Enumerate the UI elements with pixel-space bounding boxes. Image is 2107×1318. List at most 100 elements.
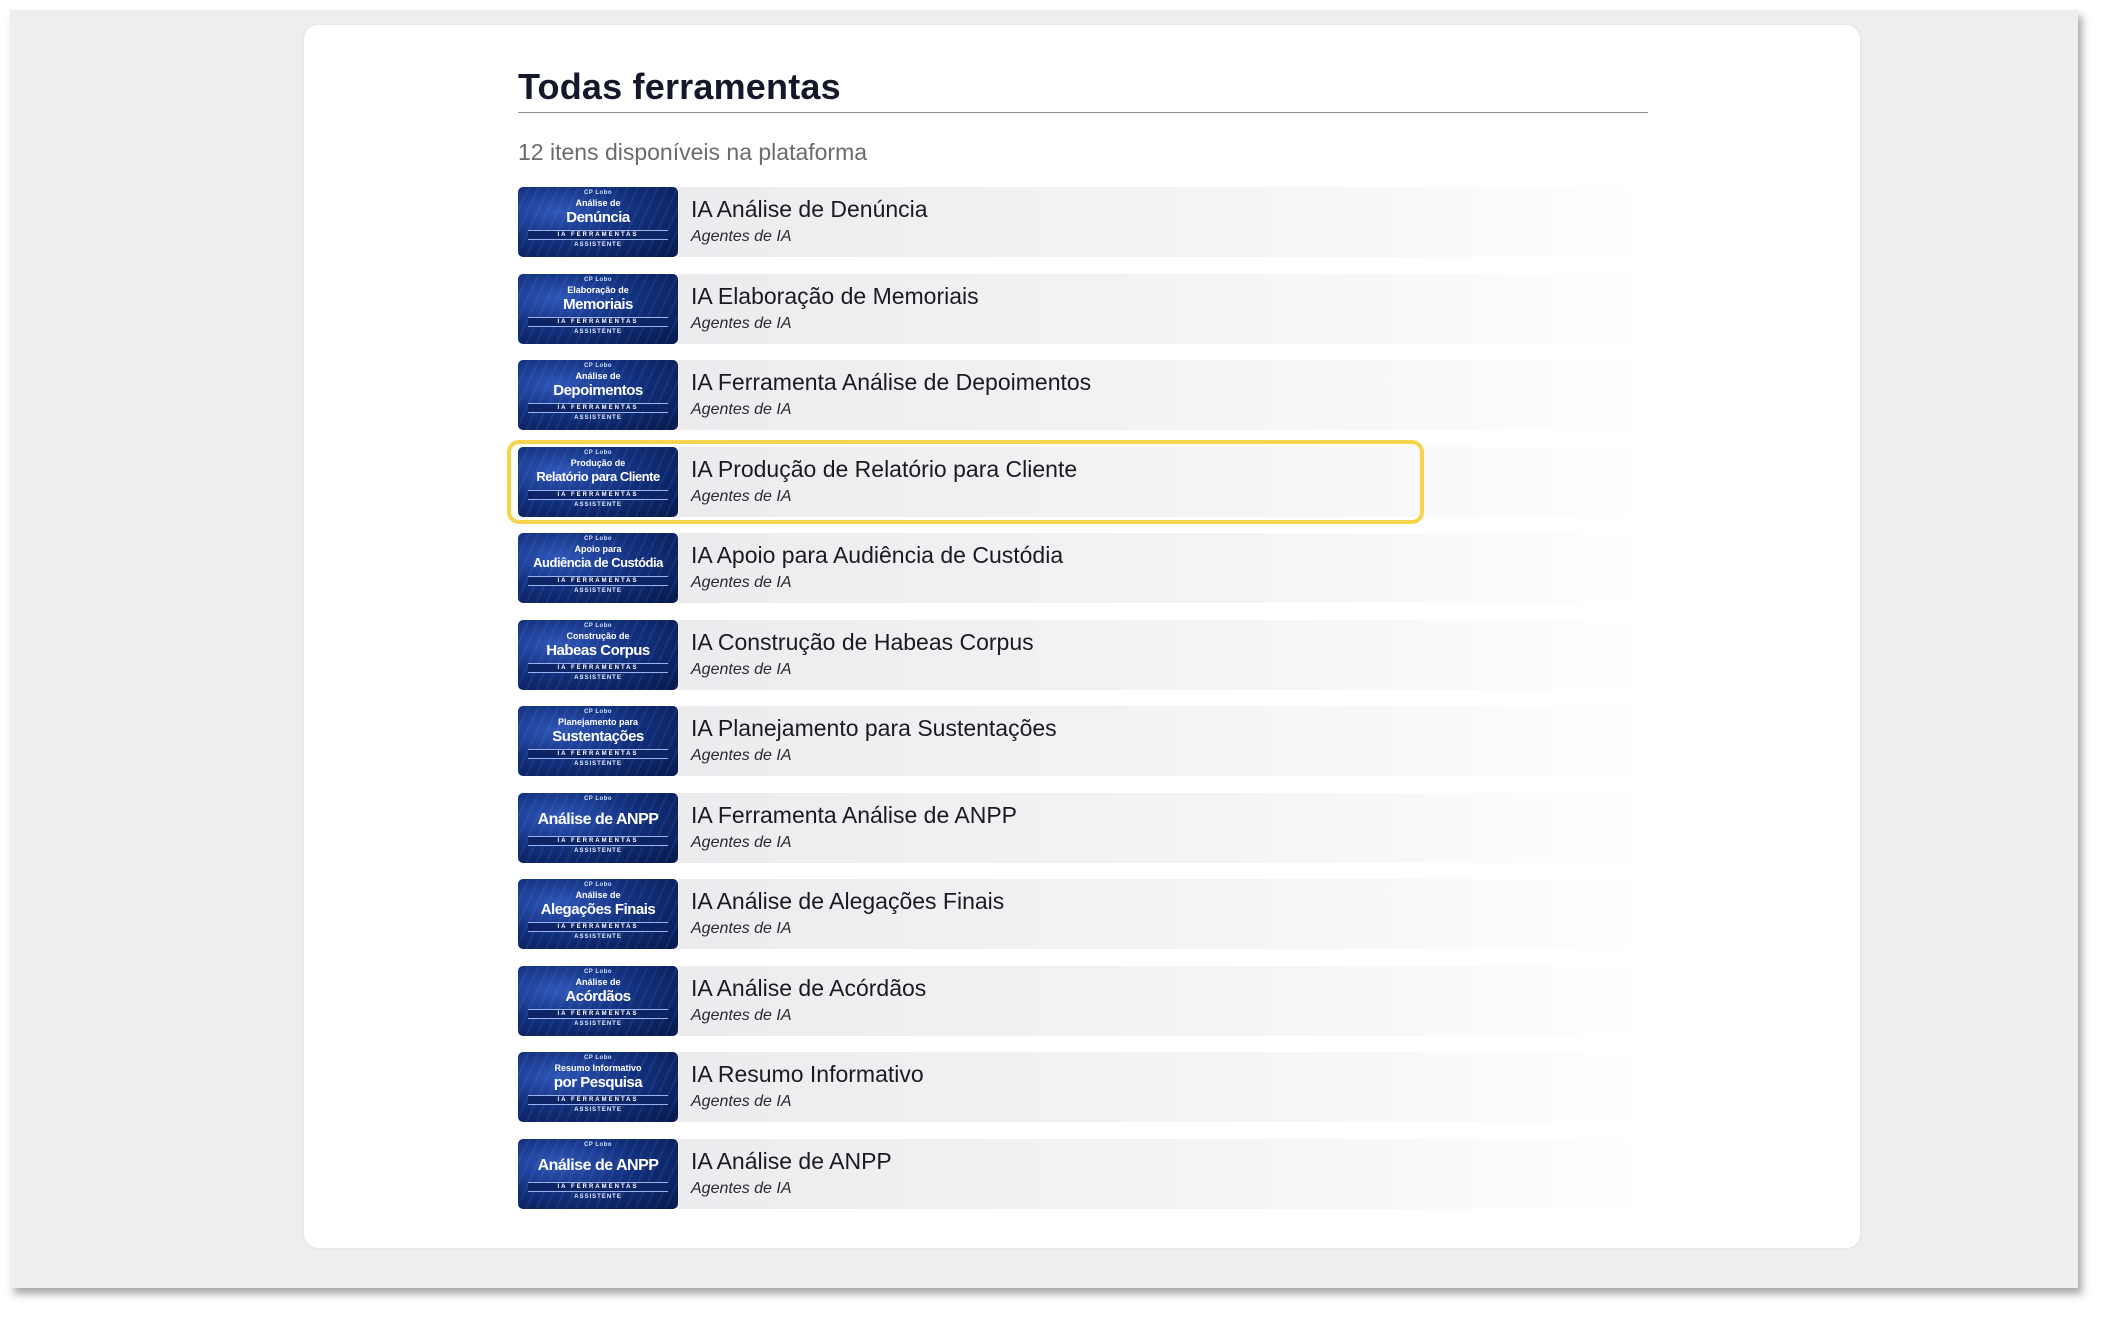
tool-name-link[interactable]: IA Ferramenta Análise de ANPP (691, 802, 1017, 829)
tool-thumbnail[interactable]: CP Lobo Análise de ANPP IA FERRAMENTAS A… (518, 793, 678, 863)
tool-thumbnail[interactable]: CP Lobo Análise de Alegações Finais IA F… (518, 879, 678, 949)
thumbnail-title: Habeas Corpus (546, 642, 650, 659)
tool-list-item[interactable]: CP Lobo Planejamento para Sustentações I… (518, 705, 1648, 777)
tool-thumbnail[interactable]: CP Lobo Apoio para Audiência de Custódia… (518, 533, 678, 603)
thumbnail-subtitle: Planejamento para (557, 717, 639, 727)
thumbnail-title: Acórdãos (565, 988, 631, 1005)
tool-thumbnail[interactable]: CP Lobo Análise de Denúncia IA FERRAMENT… (518, 187, 678, 257)
thumbnail-subtitle: Análise de (575, 890, 621, 900)
tool-list-item[interactable]: CP Lobo Construção de Habeas Corpus IA F… (518, 619, 1648, 691)
thumbnail-subtitle: Resumo Informativo (554, 1063, 642, 1073)
tool-list-item[interactable]: CP Lobo Análise de Alegações Finais IA F… (518, 878, 1648, 950)
tool-name-link[interactable]: IA Análise de Alegações Finais (691, 888, 1004, 915)
thumbnail-band: IA FERRAMENTAS (528, 1182, 668, 1192)
tool-list-item[interactable]: CP Lobo Elaboração de Memoriais IA FERRA… (518, 273, 1648, 345)
thumbnail-title: Análise de ANPP (537, 811, 659, 828)
thumbnail-title: Audiência de Custódia (533, 555, 663, 570)
thumbnail-band: IA FERRAMENTAS (528, 403, 668, 413)
tool-category: Agentes de IA (691, 401, 792, 418)
thumbnail-brand: CP Lobo (583, 190, 613, 196)
tool-category: Agentes de IA (691, 747, 792, 764)
thumbnail-band: IA FERRAMENTAS (528, 576, 668, 586)
thumbnail-title: Denúncia (566, 209, 630, 226)
tool-list-item[interactable]: CP Lobo Análise de Acórdãos IA FERRAMENT… (518, 965, 1648, 1037)
thumbnail-tag: ASSISTENTE (574, 1107, 622, 1113)
thumbnail-band: IA FERRAMENTAS (528, 230, 668, 240)
tool-thumbnail[interactable]: CP Lobo Resumo Informativo por Pesquisa … (518, 1052, 678, 1122)
items-count-text: 12 itens disponíveis na plataforma (518, 139, 868, 165)
thumbnail-tag: ASSISTENTE (574, 675, 622, 681)
thumbnail-tag: ASSISTENTE (574, 329, 622, 335)
tool-name-link[interactable]: IA Apoio para Audiência de Custódia (691, 542, 1063, 569)
thumbnail-band: IA FERRAMENTAS (528, 1095, 668, 1105)
tool-category: Agentes de IA (691, 574, 792, 591)
thumbnail-title: Análise de ANPP (537, 1157, 659, 1174)
tool-list-item[interactable]: CP Lobo Apoio para Audiência de Custódia… (518, 532, 1648, 604)
tool-name-link[interactable]: IA Planejamento para Sustentações (691, 715, 1057, 742)
thumbnail-band: IA FERRAMENTAS (528, 749, 668, 759)
thumbnail-title: Depoimentos (553, 382, 643, 399)
tool-list-item[interactable]: CP Lobo Produção de Relatório para Clien… (518, 446, 1648, 518)
thumbnail-band: IA FERRAMENTAS (528, 1009, 668, 1019)
tool-thumbnail[interactable]: CP Lobo Análise de Depoimentos IA FERRAM… (518, 360, 678, 430)
tool-name-link[interactable]: IA Análise de ANPP (691, 1148, 892, 1175)
tool-name-link[interactable]: IA Análise de Denúncia (691, 196, 928, 223)
thumbnail-brand: CP Lobo (583, 363, 613, 369)
tool-category: Agentes de IA (691, 488, 792, 505)
tool-name-link[interactable]: IA Resumo Informativo (691, 1061, 924, 1088)
tool-list-item[interactable]: CP Lobo Resumo Informativo por Pesquisa … (518, 1051, 1648, 1123)
thumbnail-tag: ASSISTENTE (574, 1194, 622, 1200)
thumbnail-band: IA FERRAMENTAS (528, 922, 668, 932)
thumbnail-subtitle: Produção de (570, 458, 626, 468)
thumbnail-brand: CP Lobo (583, 709, 613, 715)
thumbnail-tag: ASSISTENTE (574, 934, 622, 940)
thumbnail-subtitle: Análise de (575, 977, 621, 987)
tool-category: Agentes de IA (691, 1093, 792, 1110)
thumbnail-band: IA FERRAMENTAS (528, 490, 668, 500)
tool-thumbnail[interactable]: CP Lobo Planejamento para Sustentações I… (518, 706, 678, 776)
tool-category: Agentes de IA (691, 315, 792, 332)
thumbnail-title: por Pesquisa (553, 1074, 643, 1091)
tool-thumbnail[interactable]: CP Lobo Elaboração de Memoriais IA FERRA… (518, 274, 678, 344)
thumbnail-tag: ASSISTENTE (574, 848, 622, 854)
tool-thumbnail[interactable]: CP Lobo Construção de Habeas Corpus IA F… (518, 620, 678, 690)
tool-name-link[interactable]: IA Ferramenta Análise de Depoimentos (691, 369, 1091, 396)
thumbnail-tag: ASSISTENTE (574, 761, 622, 767)
tool-name-link[interactable]: IA Elaboração de Memoriais (691, 283, 979, 310)
tool-category: Agentes de IA (691, 228, 792, 245)
thumbnail-subtitle: Construção de (566, 631, 630, 641)
thumbnail-band: IA FERRAMENTAS (528, 317, 668, 327)
tool-category: Agentes de IA (691, 661, 792, 678)
tool-category: Agentes de IA (691, 920, 792, 937)
thumbnail-band: IA FERRAMENTAS (528, 663, 668, 673)
thumbnail-title: Memoriais (563, 296, 633, 313)
tool-category: Agentes de IA (691, 834, 792, 851)
thumbnail-title: Alegações Finais (540, 901, 656, 918)
tool-list-item[interactable]: CP Lobo Análise de Depoimentos IA FERRAM… (518, 359, 1648, 431)
thumbnail-tag: ASSISTENTE (574, 242, 622, 248)
thumbnail-brand: CP Lobo (583, 1142, 613, 1148)
thumbnail-tag: ASSISTENTE (574, 588, 622, 594)
tool-list-item[interactable]: CP Lobo Análise de Denúncia IA FERRAMENT… (518, 186, 1648, 258)
tool-thumbnail[interactable]: CP Lobo Análise de Acórdãos IA FERRAMENT… (518, 966, 678, 1036)
tool-category: Agentes de IA (691, 1180, 792, 1197)
thumbnail-subtitle: Elaboração de (567, 285, 629, 295)
tool-thumbnail[interactable]: CP Lobo Análise de ANPP IA FERRAMENTAS A… (518, 1139, 678, 1209)
thumbnail-brand: CP Lobo (583, 450, 613, 456)
tool-name-link[interactable]: IA Análise de Acórdãos (691, 975, 926, 1002)
thumbnail-tag: ASSISTENTE (574, 1021, 622, 1027)
title-divider (518, 112, 1648, 113)
tool-name-link[interactable]: IA Construção de Habeas Corpus (691, 629, 1034, 656)
thumbnail-title: Sustentações (552, 728, 644, 745)
tool-list-item[interactable]: CP Lobo Análise de ANPP IA FERRAMENTAS A… (518, 792, 1648, 864)
thumbnail-subtitle: Apoio para (574, 544, 622, 554)
thumbnail-brand: CP Lobo (583, 796, 613, 802)
thumbnail-subtitle: Análise de (575, 371, 621, 381)
tool-thumbnail[interactable]: CP Lobo Produção de Relatório para Clien… (518, 447, 678, 517)
tool-name-link[interactable]: IA Produção de Relatório para Cliente (691, 456, 1077, 483)
thumbnail-brand: CP Lobo (583, 882, 613, 888)
thumbnail-brand: CP Lobo (583, 969, 613, 975)
tool-list-item[interactable]: CP Lobo Análise de ANPP IA FERRAMENTAS A… (518, 1138, 1648, 1210)
thumbnail-subtitle: Análise de (575, 198, 621, 208)
thumbnail-band: IA FERRAMENTAS (528, 836, 668, 846)
